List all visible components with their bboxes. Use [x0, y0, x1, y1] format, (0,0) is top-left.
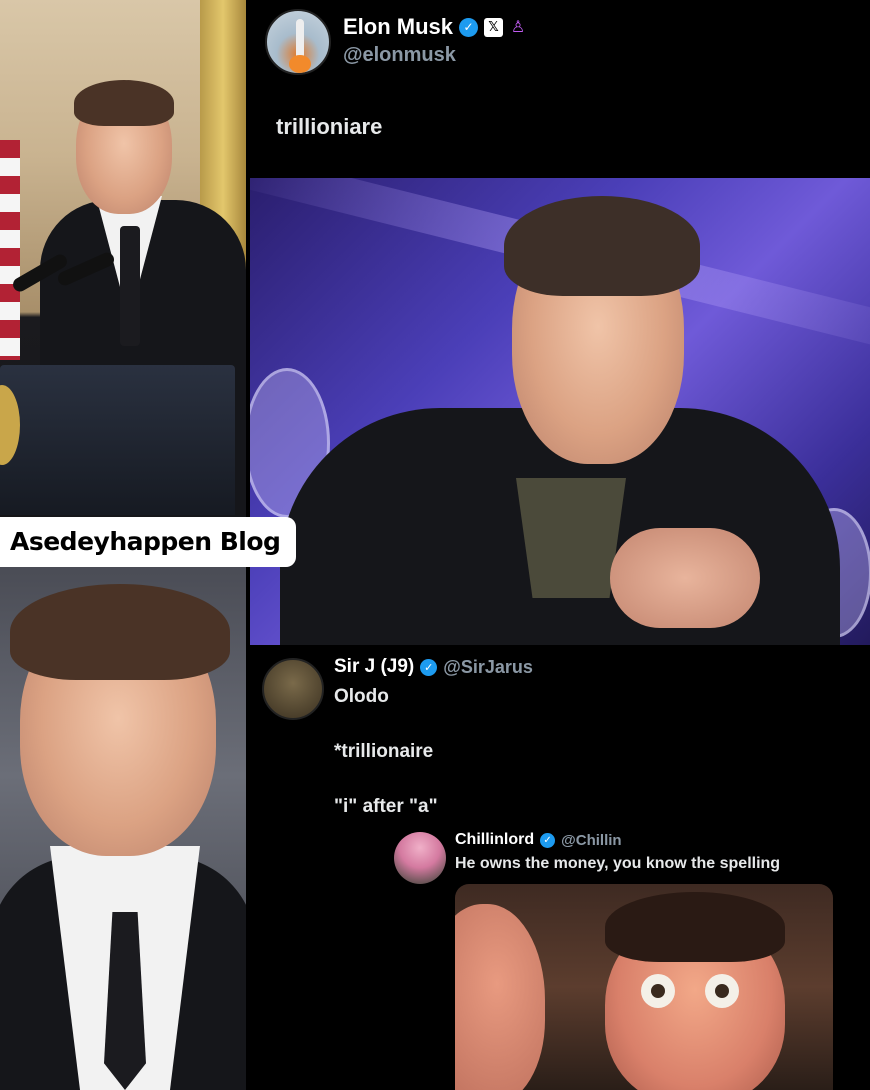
reply-text-line: Olodo [334, 686, 389, 707]
author-name-row: Elon Musk ✓ 𝕏 ♙ [343, 14, 527, 40]
reply-handle[interactable]: @Chillin [561, 832, 621, 849]
reply-display-name[interactable]: Sir J (J9) [334, 656, 414, 678]
clasped-hands [610, 528, 760, 628]
reply-meme-image[interactable] [455, 884, 833, 1090]
reply-name-row: Chillinlord ✓ @Chillin [455, 831, 622, 849]
reply-name-row: Sir J (J9) ✓ @SirJarus [334, 656, 533, 678]
author-display-name[interactable]: Elon Musk [343, 14, 453, 40]
x-logo-icon: 𝕏 [484, 17, 504, 37]
rocket-icon [296, 19, 304, 59]
verified-icon: ✓ [540, 832, 556, 848]
reply-text-line: "i" after "a" [334, 796, 438, 817]
rocket-flame [289, 55, 311, 73]
affiliate-icon: ♙ [510, 17, 526, 36]
verified-icon: ✓ [420, 658, 438, 676]
reply-display-name[interactable]: Chillinlord [455, 831, 534, 849]
podium [0, 365, 235, 515]
blog-watermark: Asedeyhappen Blog [0, 517, 296, 567]
tweet-card[interactable]: Elon Musk ✓ 𝕏 ♙ @elonmusk trillioniare S… [250, 0, 870, 1090]
verified-icon: ✓ [459, 17, 479, 37]
us-flag [0, 140, 20, 360]
reply-text: He owns the money, you know the spelling [455, 855, 781, 872]
author-avatar[interactable] [265, 9, 331, 75]
reply-avatar[interactable] [262, 658, 324, 720]
meme-character-left [455, 904, 545, 1090]
tweet-photo[interactable] [250, 178, 870, 645]
tweet-text: trillioniare [276, 114, 383, 139]
author-handle[interactable]: @elonmusk [343, 44, 456, 67]
photo-podium-speech [0, 0, 246, 520]
reply-text-line: *trillionaire [334, 741, 434, 762]
photo-portrait [0, 566, 246, 1090]
reply-handle[interactable]: @SirJarus [443, 657, 533, 678]
meme-hair [605, 892, 785, 962]
reply-avatar[interactable] [394, 832, 446, 884]
